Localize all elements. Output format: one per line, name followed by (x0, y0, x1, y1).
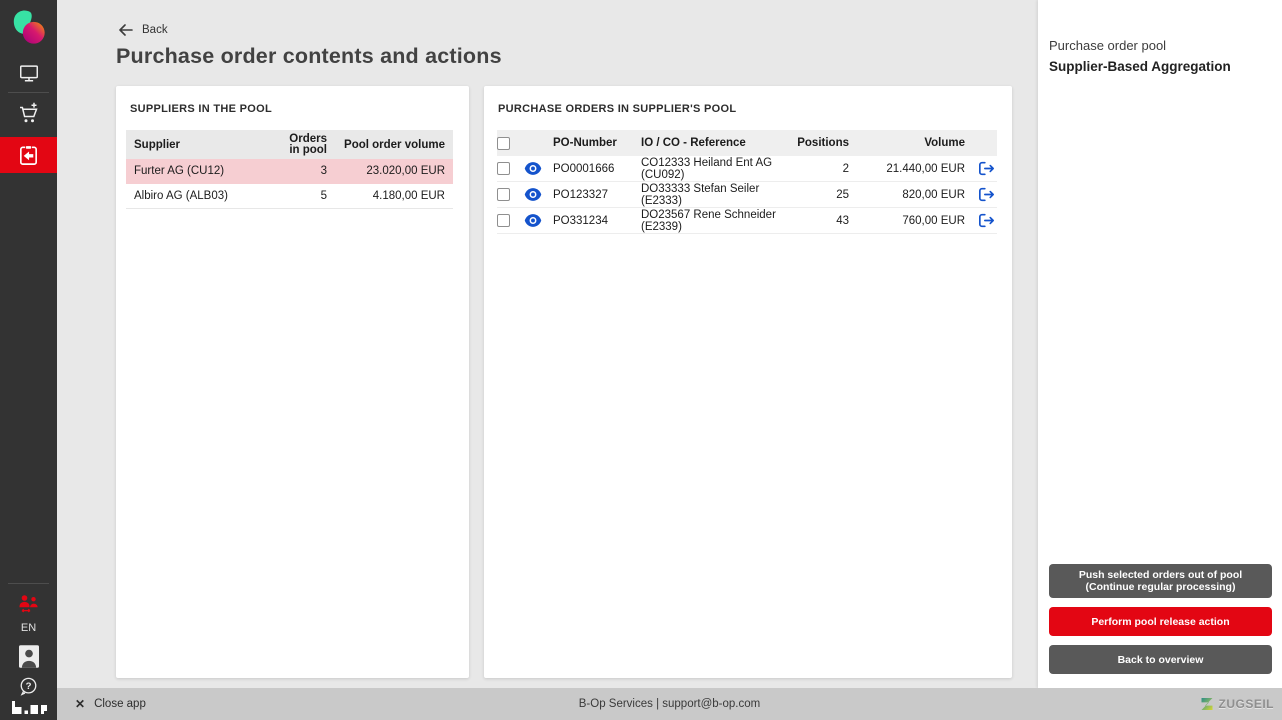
col-header-reference: IO / CO - Reference (641, 137, 746, 149)
cart-add-icon (19, 102, 38, 123)
supplier-orders-count: 5 (320, 190, 327, 202)
po-volume: 760,00 EUR (902, 214, 965, 227)
bop-logo (0, 699, 57, 715)
push-out-icon[interactable] (978, 213, 995, 228)
users-transfer-icon (19, 595, 38, 613)
close-app-button[interactable]: ✕ Close app (75, 697, 146, 711)
panel-title-aggregation: Supplier-Based Aggregation (1049, 59, 1231, 74)
po-positions: 2 (842, 162, 849, 175)
sidebar: EN ? (0, 0, 57, 720)
back-to-overview-button[interactable]: Back to overview (1049, 645, 1272, 674)
order-row: PO123327 DO33333 Stefan Seiler (E2333) 2… (497, 182, 997, 208)
po-volume: 21.440,00 EUR (886, 162, 965, 175)
po-number: PO331234 (553, 214, 608, 227)
po-reference: CO12333 Heiland Ent AG (CU092) (641, 156, 773, 181)
po-number: PO0001666 (553, 162, 615, 175)
orders-table-header: PO-Number IO / CO - Reference Positions … (497, 130, 997, 156)
zugseil-wordmark: ZUGSEIL (1218, 697, 1274, 711)
suppliers-table-header: Supplier Orders in pool Pool order volum… (126, 130, 453, 159)
view-order-eye-icon[interactable] (524, 188, 542, 201)
clipboard-return-icon (20, 144, 37, 165)
po-reference: DO23567 Rene Schneider (E2339) (641, 208, 776, 233)
app-logo (0, 8, 57, 48)
action-panel: Purchase order pool Supplier-Based Aggre… (1038, 0, 1282, 688)
footer-bar: ✕ Close app B-Op Services | support@b-op… (57, 688, 1282, 720)
supplier-orders-count: 3 (320, 165, 327, 177)
language-switcher[interactable]: EN (0, 619, 57, 637)
col-header-pool-order-volume: Pool order volume (344, 138, 445, 151)
col-header-positions: Positions (797, 137, 849, 149)
back-arrow-icon (119, 24, 133, 36)
sidebar-item-po-pool-active[interactable] (0, 137, 57, 173)
col-header-po-number: PO-Number (553, 137, 617, 149)
suppliers-panel-title: SUPPLIERS IN THE POOL (130, 103, 272, 115)
view-order-eye-icon[interactable] (524, 214, 542, 227)
perform-pool-release-button[interactable]: Perform pool release action (1049, 607, 1272, 636)
row-checkbox[interactable] (497, 188, 510, 201)
supplier-name: Albiro AG (ALB03) (134, 190, 228, 202)
row-checkbox[interactable] (497, 162, 510, 175)
select-all-checkbox[interactable] (497, 136, 510, 150)
sidebar-item-help[interactable]: ? (0, 674, 57, 698)
po-positions: 25 (836, 188, 849, 201)
order-row: PO0001666 CO12333 Heiland Ent AG (CU092)… (497, 156, 997, 182)
supplier-row[interactable]: Albiro AG (ALB03) 5 4.180,00 EUR (126, 184, 453, 209)
push-selected-orders-button[interactable]: Push selected orders out of pool (Contin… (1049, 564, 1272, 598)
page-title: Purchase order contents and actions (116, 44, 502, 68)
footer-support-text: B-Op Services | support@b-op.com (578, 698, 761, 710)
supplier-name: Furter AG (CU12) (134, 165, 225, 177)
po-reference: DO33333 Stefan Seiler (E2333) (641, 182, 760, 207)
sidebar-item-user-switch[interactable] (0, 592, 57, 616)
col-header-volume: Volume (924, 137, 965, 149)
order-row: PO331234 DO23567 Rene Schneider (E2339) … (497, 208, 997, 234)
zugseil-z-icon (1201, 698, 1213, 710)
close-icon: ✕ (75, 697, 86, 711)
panel-subtitle: Purchase order pool (1049, 38, 1167, 53)
row-checkbox[interactable] (497, 214, 510, 227)
orders-panel-title: PURCHASE ORDERS IN SUPPLIER'S POOL (498, 103, 737, 115)
push-out-icon[interactable] (978, 187, 995, 202)
supplier-pool-volume: 4.180,00 EUR (372, 190, 445, 202)
svg-text:?: ? (26, 681, 32, 692)
purchase-orders-table: PO-Number IO / CO - Reference Positions … (497, 130, 997, 234)
avatar-icon (18, 644, 39, 668)
sidebar-divider-bottom (8, 583, 49, 584)
back-button[interactable]: Back (119, 24, 168, 36)
help-icon: ? (20, 677, 37, 696)
close-app-label: Close app (94, 698, 146, 710)
po-positions: 43 (836, 214, 849, 227)
supplier-pool-volume: 23.020,00 EUR (366, 165, 445, 177)
po-number: PO123327 (553, 188, 608, 201)
col-header-orders-in-pool: Orders in pool (289, 132, 327, 156)
sidebar-item-desktop[interactable] (0, 58, 57, 88)
sidebar-item-profile[interactable] (0, 643, 57, 669)
sidebar-divider-top (8, 92, 49, 93)
zugseil-logo: ZUGSEIL (1200, 697, 1274, 711)
push-out-icon[interactable] (978, 161, 995, 176)
supplier-row-selected[interactable]: Furter AG (CU12) 3 23.020,00 EUR (126, 159, 453, 184)
view-order-eye-icon[interactable] (524, 162, 542, 175)
suppliers-panel: SUPPLIERS IN THE POOL Supplier Orders in… (116, 86, 469, 678)
purchase-orders-panel: PURCHASE ORDERS IN SUPPLIER'S POOL PO-Nu… (484, 86, 1012, 678)
monitor-icon (19, 65, 38, 82)
sidebar-item-purchasing[interactable] (0, 98, 57, 130)
col-header-supplier: Supplier (134, 138, 181, 151)
back-label: Back (142, 24, 168, 36)
po-volume: 820,00 EUR (902, 188, 965, 201)
suppliers-table: Supplier Orders in pool Pool order volum… (126, 130, 453, 209)
